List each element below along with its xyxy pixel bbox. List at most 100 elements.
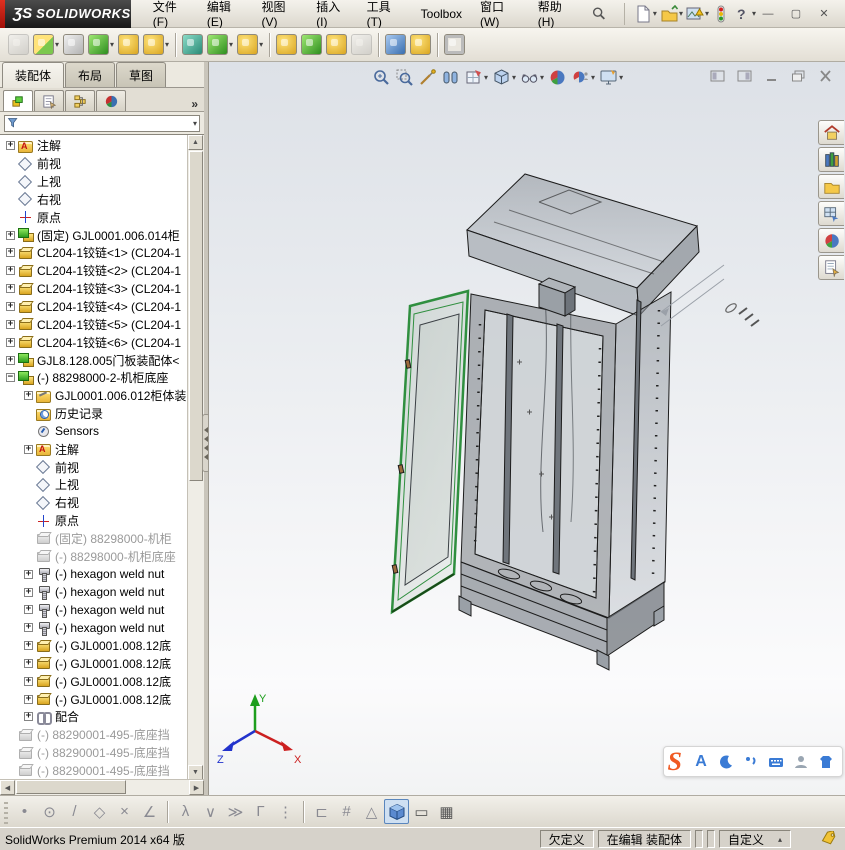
dropdown-arrow-icon[interactable]: ▾ bbox=[619, 73, 623, 82]
grid-snap-icon[interactable]: # bbox=[334, 799, 359, 824]
tree-item[interactable]: + CL204-1铰链<6> (CL204-1 bbox=[0, 333, 187, 351]
tree-item[interactable]: + CL204-1铰链<3> (CL204-1 bbox=[0, 280, 187, 298]
tree-item[interactable]: + 注解 bbox=[0, 137, 187, 155]
tree-item[interactable]: 上视 bbox=[0, 173, 187, 191]
filter-dropdown-icon[interactable]: ▾ bbox=[193, 119, 197, 128]
exploded-view-icon[interactable] bbox=[299, 31, 324, 59]
fm-tab-configurationmanager[interactable] bbox=[65, 90, 95, 111]
coincident-relation-icon[interactable]: ∨ bbox=[198, 799, 223, 824]
tree-item[interactable]: Sensors bbox=[0, 423, 187, 441]
tree-item[interactable]: + 注解 bbox=[0, 440, 187, 458]
tree-item[interactable]: 原点 bbox=[0, 208, 187, 226]
dropdown-arrow-icon[interactable]: ▾ bbox=[705, 9, 709, 18]
tree-item[interactable]: + CL204-1铰链<2> (CL204-1 bbox=[0, 262, 187, 280]
tree-item[interactable]: 原点 bbox=[0, 512, 187, 530]
simulation-advisor-icon[interactable] bbox=[408, 31, 433, 59]
tree-item[interactable]: + (-) GJL0001.008.12底 bbox=[0, 654, 187, 672]
dropdown-arrow-icon[interactable]: ▾ bbox=[55, 40, 59, 49]
custom-status-selector[interactable]: 自定义 ▴ bbox=[718, 830, 791, 848]
scroll-down-button[interactable]: ▼ bbox=[188, 765, 203, 780]
tree-item[interactable]: 历史记录 bbox=[0, 405, 187, 423]
search-icon[interactable] bbox=[589, 4, 610, 24]
appearances-icon[interactable] bbox=[818, 228, 844, 253]
tree-expand-plus[interactable]: + bbox=[6, 355, 15, 365]
fm-tab-displaymanager[interactable] bbox=[96, 90, 126, 111]
tree-item[interactable]: + (-) GJL0001.008.12底 bbox=[0, 690, 187, 708]
solidworks-resources-icon[interactable] bbox=[818, 120, 844, 145]
tree-item[interactable]: (-) 88298000-机柜底座 bbox=[0, 547, 187, 565]
close-button[interactable]: ✕ bbox=[813, 5, 835, 22]
tree-item[interactable]: (-) 88290001-495-底座挡 bbox=[0, 726, 187, 744]
tree-item[interactable]: 右视 bbox=[0, 191, 187, 209]
tree-filter-box[interactable]: ▾ bbox=[4, 114, 200, 132]
maximize-button[interactable]: ▢ bbox=[785, 5, 807, 22]
scroll-up-button[interactable]: ▲ bbox=[188, 135, 203, 150]
apply-scene-icon[interactable]: ▾ bbox=[570, 67, 596, 88]
menu-toolbox[interactable]: Toolbox bbox=[413, 3, 470, 25]
tree-expand-plus[interactable]: + bbox=[24, 676, 33, 686]
custom-properties-icon[interactable] bbox=[818, 255, 844, 280]
ime-english-mode[interactable]: A bbox=[693, 753, 709, 771]
tree-expand-plus[interactable]: + bbox=[6, 284, 15, 294]
tree-expand-plus[interactable]: + bbox=[6, 302, 15, 312]
tree-expand-plus[interactable]: + bbox=[24, 712, 33, 722]
tree-item[interactable]: 上视 bbox=[0, 476, 187, 494]
file-explorer-icon[interactable] bbox=[818, 174, 844, 199]
tree-expand-plus[interactable]: + bbox=[24, 444, 33, 454]
zoom-to-fit-icon[interactable] bbox=[371, 67, 392, 88]
tree-expand-plus[interactable]: + bbox=[24, 658, 33, 668]
new-document-icon[interactable]: ▾ bbox=[633, 3, 658, 25]
design-library-icon[interactable] bbox=[818, 147, 844, 172]
tree-item[interactable]: (固定) 88298000-机柜 bbox=[0, 530, 187, 548]
toolbar-grip[interactable] bbox=[4, 799, 8, 824]
doc-pane-right-button[interactable] bbox=[735, 68, 754, 83]
dropdown-arrow-icon[interactable]: ▾ bbox=[259, 40, 263, 49]
tree-item[interactable]: (-) 88290001-495-底座挡 bbox=[0, 762, 187, 780]
dropdown-arrow-icon[interactable]: ▾ bbox=[229, 40, 233, 49]
sketch-point-icon[interactable]: • bbox=[12, 799, 37, 824]
dropdown-arrow-icon[interactable]: ▾ bbox=[484, 73, 488, 82]
tree-item[interactable]: + GJL0001.006.012柜体装 bbox=[0, 387, 187, 405]
tab-sketch[interactable]: 草图 bbox=[116, 62, 167, 87]
shaded-view-icon[interactable] bbox=[384, 799, 409, 824]
dropdown-arrow-icon[interactable]: ▾ bbox=[752, 9, 756, 18]
tree-expand-plus[interactable]: + bbox=[24, 694, 33, 704]
tree-item[interactable]: + (-) hexagon weld nut bbox=[0, 583, 187, 601]
model-canvas[interactable] bbox=[209, 62, 845, 795]
tree-item[interactable]: + 配合 bbox=[0, 708, 187, 726]
tree-item[interactable]: 前视 bbox=[0, 458, 187, 476]
zoom-to-area-icon[interactable] bbox=[394, 67, 415, 88]
tree-expand-plus[interactable]: + bbox=[24, 623, 33, 633]
show-hidden-components-icon[interactable] bbox=[180, 31, 205, 59]
tree-item[interactable]: + (-) GJL0001.008.12底 bbox=[0, 637, 187, 655]
sketch-circle-icon[interactable]: ⊙ bbox=[37, 799, 62, 824]
rotate-component-icon[interactable]: ▾ bbox=[141, 31, 171, 59]
sketch-polygon-icon[interactable]: ◇ bbox=[87, 799, 112, 824]
tab-layout[interactable]: 布局 bbox=[65, 62, 116, 87]
perpendicular-relation-icon[interactable]: Γ bbox=[248, 799, 273, 824]
tree-expand-minus[interactable]: − bbox=[6, 373, 15, 383]
instant-3d-icon[interactable] bbox=[324, 31, 349, 59]
tag-icon[interactable] bbox=[821, 829, 837, 848]
view-palette-icon[interactable] bbox=[818, 201, 844, 226]
trim-entities-icon[interactable]: × bbox=[112, 799, 137, 824]
dropdown-arrow-icon[interactable]: ▾ bbox=[679, 9, 683, 18]
edit-appearance-icon[interactable] bbox=[547, 67, 568, 88]
doc-close-button[interactable] bbox=[816, 68, 835, 83]
new-motion-study-icon[interactable] bbox=[274, 31, 299, 59]
fm-tab-featuremanager-tree[interactable] bbox=[3, 90, 33, 111]
tree-item[interactable]: + (-) hexagon weld nut bbox=[0, 601, 187, 619]
dropdown-arrow-icon[interactable]: ▾ bbox=[512, 73, 516, 82]
tree-item[interactable]: 右视 bbox=[0, 494, 187, 512]
tree-expand-plus[interactable]: + bbox=[24, 587, 33, 597]
tree-expand-plus[interactable]: + bbox=[6, 319, 15, 329]
tree-expand-plus[interactable]: + bbox=[24, 391, 33, 401]
tree-item[interactable]: + CL204-1铰链<5> (CL204-1 bbox=[0, 315, 187, 333]
assembly-features-icon[interactable]: ▾ bbox=[205, 31, 235, 59]
publish-edrawings-icon[interactable]: ▾ bbox=[685, 3, 710, 25]
dropdown-arrow-icon[interactable]: ▾ bbox=[110, 40, 114, 49]
tree-item[interactable]: (-) 88290001-495-底座挡 bbox=[0, 744, 187, 762]
tree-item[interactable]: + CL204-1铰链<4> (CL204-1 bbox=[0, 298, 187, 316]
tree-expand-plus[interactable]: + bbox=[6, 248, 15, 258]
display-style-icon[interactable]: ▾ bbox=[491, 67, 517, 88]
